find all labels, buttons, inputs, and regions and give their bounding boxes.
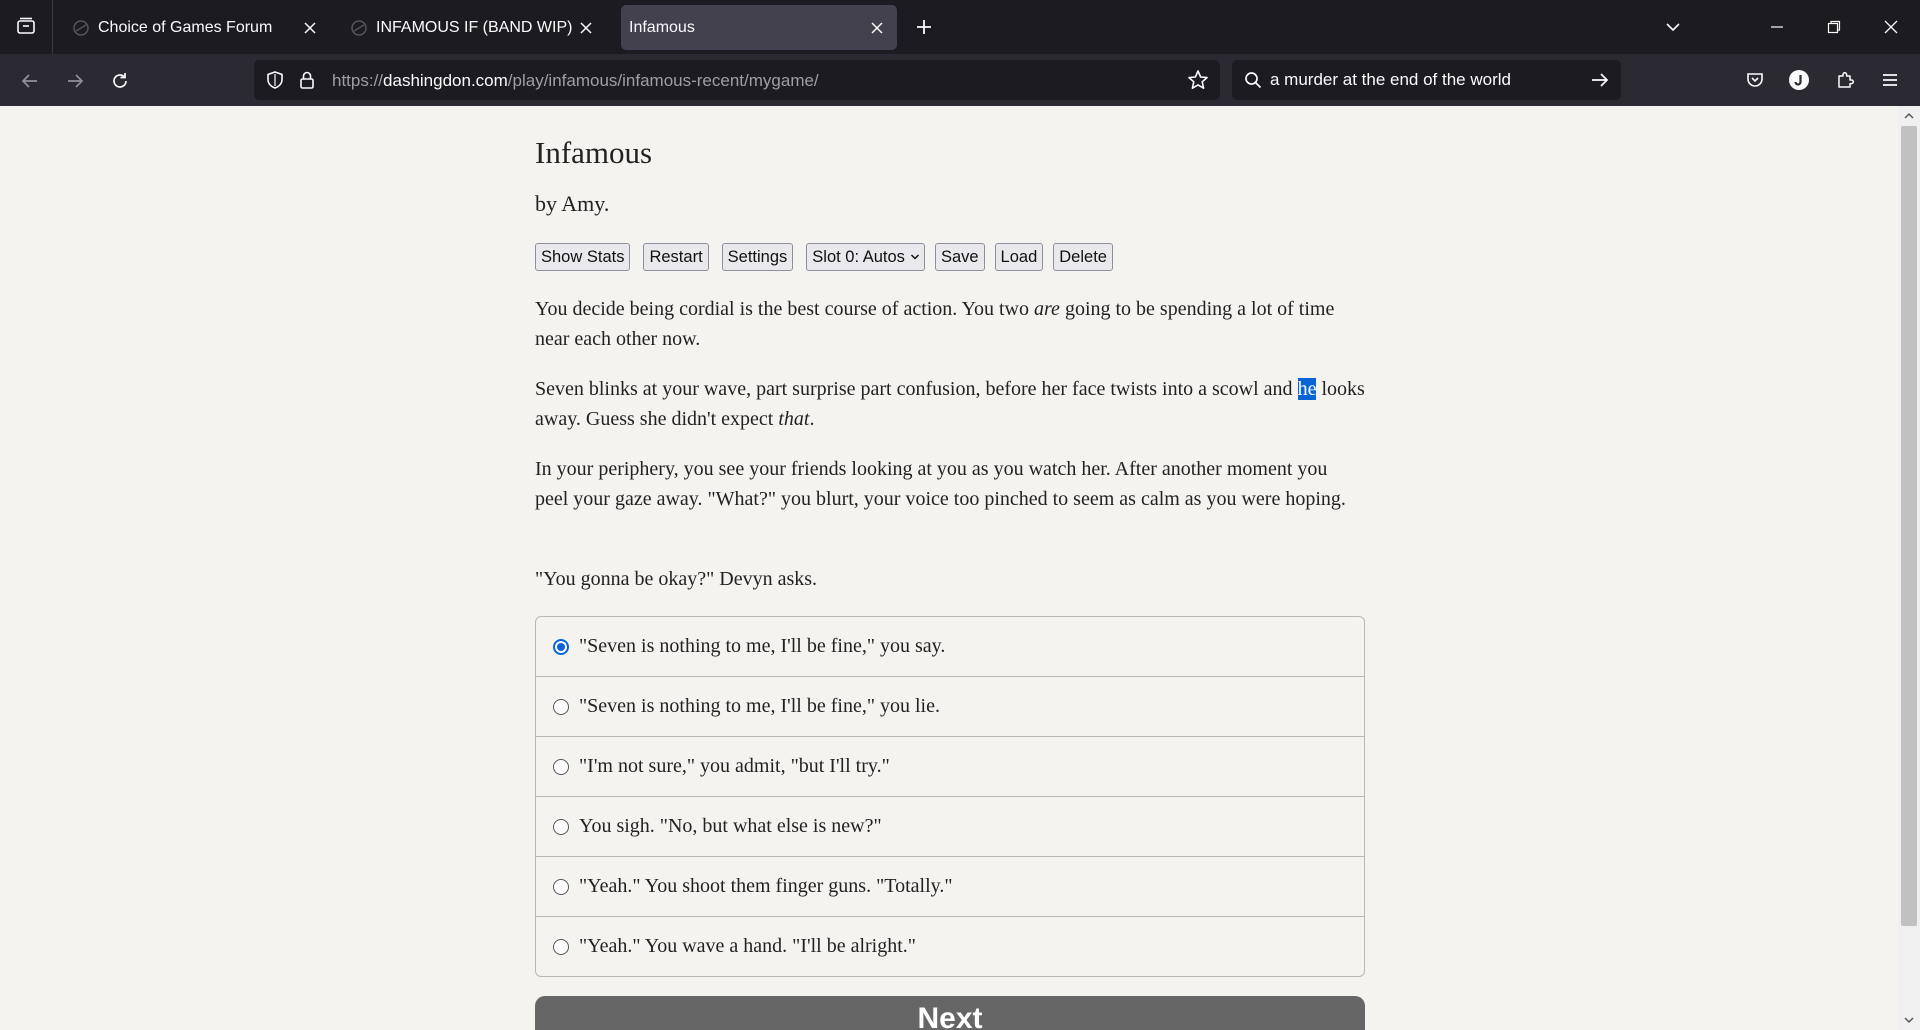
url-text: https://dashingdon.com/play/infamous/inf… xyxy=(332,71,819,90)
close-icon[interactable] xyxy=(865,16,889,40)
save-slot-select[interactable]: Slot 0: Autos xyxy=(806,243,925,271)
vertical-scrollbar[interactable] xyxy=(1898,106,1920,1030)
delete-button[interactable]: Delete xyxy=(1053,243,1113,271)
settings-button[interactable]: Settings xyxy=(721,243,794,271)
story-paragraph: In your periphery, you see your friends … xyxy=(535,458,1346,510)
scroll-up-icon[interactable] xyxy=(1903,110,1915,122)
choice-option[interactable]: "Seven is nothing to me, I'll be fine," … xyxy=(536,617,1364,676)
tab-list-icon[interactable] xyxy=(12,12,40,40)
story-paragraph: "You gonna be okay?" Devyn asks. xyxy=(535,568,818,590)
game-title: Infamous xyxy=(535,135,653,170)
show-stats-button[interactable]: Show Stats xyxy=(535,243,631,271)
search-icon xyxy=(1242,69,1264,91)
tab-title: Choice of Games Forum xyxy=(98,18,273,36)
choice-option[interactable]: "I'm not sure," you admit, "but I'll try… xyxy=(536,736,1364,796)
lock-icon[interactable] xyxy=(296,69,318,91)
radio-button[interactable] xyxy=(553,818,569,835)
scrollbar-thumb[interactable] xyxy=(1901,126,1917,926)
tab-strip: Choice of Games Forum INFAMOUS IF (BAND … xyxy=(0,0,1920,54)
radio-button[interactable] xyxy=(553,938,569,955)
restart-button[interactable]: Restart xyxy=(643,243,709,271)
tab-title: Infamous xyxy=(629,18,695,36)
game-author: by Amy. xyxy=(535,191,610,216)
close-icon[interactable] xyxy=(574,16,598,40)
close-icon[interactable] xyxy=(298,16,322,40)
choice-option[interactable]: "Seven is nothing to me, I'll be fine," … xyxy=(536,676,1364,736)
puzzle-icon[interactable] xyxy=(1830,65,1860,95)
page-viewport: Infamous by Amy. Show Stats Restart Sett… xyxy=(0,106,1898,1030)
account-icon[interactable] xyxy=(1784,65,1814,95)
minimize-icon[interactable] xyxy=(1763,13,1791,41)
chevron-down-icon xyxy=(910,252,920,262)
pocket-icon[interactable] xyxy=(1740,65,1770,95)
tab-infamous-forum-thread[interactable]: INFAMOUS IF (BAND WIP) CHA xyxy=(336,5,606,50)
back-arrow-icon[interactable] xyxy=(15,66,45,96)
save-button[interactable]: Save xyxy=(934,243,985,271)
restore-icon[interactable] xyxy=(1820,13,1848,41)
reload-icon[interactable] xyxy=(105,66,135,96)
radio-button[interactable] xyxy=(553,758,569,775)
save-slot-value: Slot 0: Autos xyxy=(812,247,905,266)
search-bar[interactable] xyxy=(1232,60,1621,100)
story-paragraph: Seven blinks at your wave, part surprise… xyxy=(535,378,1365,430)
tab-choice-of-games-forum[interactable]: Choice of Games Forum xyxy=(58,5,330,50)
window-close-icon[interactable] xyxy=(1877,13,1905,41)
address-bar[interactable]: https://dashingdon.com/play/infamous/inf… xyxy=(254,60,1220,100)
navigation-toolbar: https://dashingdon.com/play/infamous/inf… xyxy=(0,54,1920,106)
plus-icon[interactable] xyxy=(910,13,938,41)
selected-text: he xyxy=(1297,378,1317,400)
tab-separator xyxy=(52,0,53,54)
site-favicon-icon xyxy=(350,19,368,37)
search-input[interactable] xyxy=(1270,66,1570,94)
forward-arrow-icon[interactable] xyxy=(60,66,90,96)
tab-infamous-game[interactable]: Infamous xyxy=(621,5,897,50)
load-button[interactable]: Load xyxy=(994,243,1044,271)
tab-title: INFAMOUS IF (BAND WIP) CHA xyxy=(376,18,574,36)
arrow-right-icon[interactable] xyxy=(1587,67,1613,93)
site-favicon-icon xyxy=(72,19,90,37)
story-paragraph: You decide being cordial is the best cou… xyxy=(535,298,1335,350)
radio-button[interactable] xyxy=(553,878,569,895)
radio-button[interactable] xyxy=(553,698,569,715)
shield-icon[interactable] xyxy=(264,69,286,91)
scroll-down-icon[interactable] xyxy=(1903,1014,1915,1026)
hamburger-icon[interactable] xyxy=(1875,65,1905,95)
next-button[interactable]: Next xyxy=(535,996,1365,1030)
radio-button[interactable] xyxy=(553,638,569,655)
choice-option[interactable]: You sigh. "No, but what else is new?" xyxy=(536,796,1364,856)
star-icon[interactable] xyxy=(1186,68,1210,92)
chevron-down-icon[interactable] xyxy=(1659,13,1687,41)
game-controls: Show Stats Restart Settings Slot 0: Auto… xyxy=(535,243,1126,271)
choice-list: "Seven is nothing to me, I'll be fine," … xyxy=(535,616,1365,977)
choice-option[interactable]: "Yeah." You wave a hand. "I'll be alrigh… xyxy=(536,916,1364,976)
choice-option[interactable]: "Yeah." You shoot them finger guns. "Tot… xyxy=(536,856,1364,916)
